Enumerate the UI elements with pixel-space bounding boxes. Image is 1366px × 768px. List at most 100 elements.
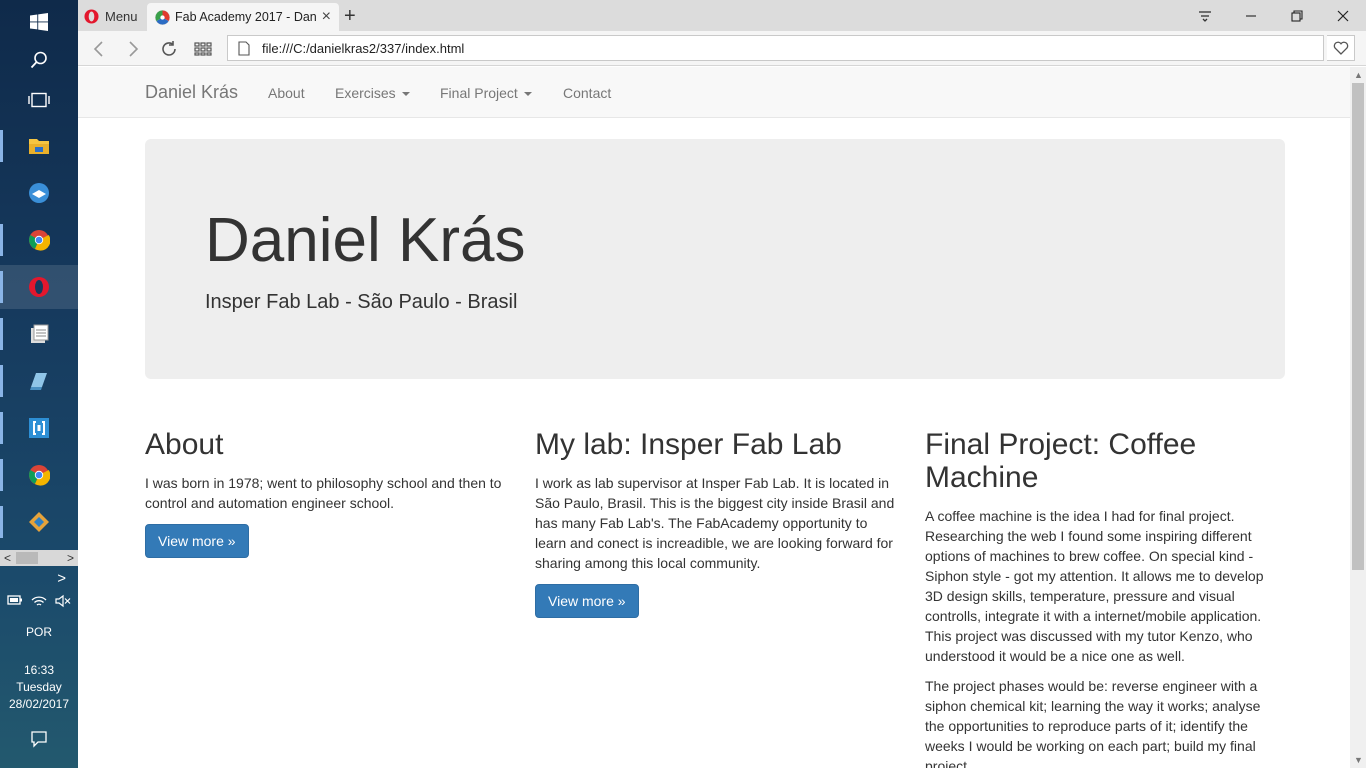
forward-arrow-icon: [129, 41, 139, 57]
taskbar-app-chrome[interactable]: [0, 218, 78, 262]
nav-dropdown-exercises[interactable]: Exercises: [335, 85, 410, 101]
task-view-button[interactable]: [0, 78, 78, 122]
column-my-lab: My lab: Insper Fab Lab I work as lab sup…: [535, 428, 895, 618]
clock-day[interactable]: Tuesday: [0, 680, 78, 694]
scroll-up-arrow-icon[interactable]: ▲: [1354, 70, 1363, 80]
reload-button[interactable]: [156, 36, 182, 62]
tab-close-button[interactable]: ×: [322, 8, 331, 26]
taskbar-app-opera[interactable]: [0, 265, 78, 309]
opera-icon: [29, 277, 49, 297]
navbar-brand[interactable]: Daniel Krás: [145, 82, 238, 103]
opera-menu-button[interactable]: Menu: [84, 4, 138, 28]
volume-muted-icon[interactable]: [55, 594, 71, 608]
browser-tab-strip: Menu Fab Academy 2017 - Daniel Krás × +: [78, 0, 1366, 31]
reload-icon: [162, 41, 176, 56]
windows-logo-icon: [30, 13, 48, 31]
url-input[interactable]: file:///C:/danielkras2/337/index.html: [227, 35, 1324, 61]
taskbar-app-file-explorer[interactable]: [0, 124, 78, 168]
column-paragraph: I work as lab supervisor at Insper Fab L…: [535, 475, 895, 571]
search-button[interactable]: [0, 38, 78, 82]
taskbar-app-chrome-2[interactable]: [0, 453, 78, 497]
thunderbird-icon: [29, 183, 49, 203]
close-window-button[interactable]: [1320, 0, 1366, 31]
clock-date[interactable]: 28/02/2017: [0, 697, 78, 711]
scroll-thumb[interactable]: [16, 552, 38, 564]
page-viewport: Daniel Krás About Exercises Final Projec…: [78, 67, 1350, 768]
jumbotron: Daniel Krás Insper Fab Lab - São Paulo -…: [145, 139, 1285, 379]
browser-address-bar: file:///C:/danielkras2/337/index.html: [78, 31, 1366, 66]
taskbar-scrollbar[interactable]: < >: [0, 550, 78, 566]
system-tray: [0, 594, 78, 608]
book-icon: [30, 373, 47, 390]
tab-fab-academy[interactable]: Fab Academy 2017 - Daniel Krás ×: [147, 3, 339, 31]
column-paragraph: The project phases would be: reverse eng…: [925, 678, 1261, 768]
battery-icon[interactable]: [7, 594, 23, 606]
minimize-icon: [1246, 14, 1256, 17]
page-scroll-thumb[interactable]: [1352, 83, 1364, 570]
task-view-icon: [28, 92, 50, 108]
caret-down-icon: [523, 92, 532, 97]
column-paragraph: A coffee machine is the idea I had for f…: [925, 508, 1264, 664]
taskbar-app-git[interactable]: [0, 500, 78, 544]
new-tab-button[interactable]: +: [344, 4, 356, 28]
chrome-icon: [29, 465, 50, 486]
site-navbar: Daniel Krás About Exercises Final Projec…: [78, 67, 1350, 118]
bookmark-heart-button[interactable]: [1327, 35, 1355, 61]
page-icon: [238, 40, 250, 56]
scroll-down-arrow-icon[interactable]: ▼: [1354, 755, 1363, 765]
restore-button[interactable]: [1274, 0, 1320, 31]
menu-label: Menu: [105, 8, 138, 24]
heart-icon: [1333, 41, 1348, 55]
page-scrollbar[interactable]: ▲ ▼: [1350, 67, 1366, 768]
column-final-project: Final Project: Coffee Machine A coffee m…: [925, 428, 1280, 768]
show-hidden-icons-arrow[interactable]: >: [0, 570, 78, 587]
brackets-icon: [29, 418, 49, 438]
git-diamond-icon: [29, 512, 49, 532]
wifi-icon[interactable]: [31, 594, 47, 608]
caret-down-icon: [401, 92, 410, 97]
tab-title: Fab Academy 2017 - Daniel Krás: [175, 10, 316, 24]
opera-logo-icon: [84, 8, 99, 24]
nav-dropdown-final-project-label: Final Project: [440, 85, 518, 101]
scroll-left-arrow[interactable]: <: [4, 550, 11, 566]
restore-icon: [1291, 9, 1303, 22]
speed-dial-button[interactable]: [190, 36, 216, 62]
column-heading: My lab: Insper Fab Lab: [535, 428, 842, 461]
taskbar-app-brackets[interactable]: [0, 406, 78, 450]
taskbar-app-editor[interactable]: [0, 359, 78, 403]
input-language[interactable]: POR: [0, 625, 78, 639]
forward-button[interactable]: [121, 36, 147, 62]
nav-link-contact[interactable]: Contact: [563, 85, 611, 101]
back-button[interactable]: [85, 36, 111, 62]
tab-menu-icon: [1199, 10, 1211, 22]
scroll-right-arrow[interactable]: >: [67, 550, 74, 566]
folder-icon: [29, 139, 49, 154]
nav-dropdown-exercises-label: Exercises: [335, 85, 396, 101]
jumbotron-title: Daniel Krás: [205, 206, 526, 275]
document-stack-icon: [31, 324, 49, 343]
minimize-button[interactable]: [1228, 0, 1274, 31]
column-paragraph: I was born in 1978; went to philosophy s…: [145, 475, 502, 511]
notification-icon: [31, 731, 47, 748]
back-arrow-icon: [93, 41, 103, 57]
fab-lab-favicon-icon: [155, 9, 170, 25]
column-heading: Final Project: Coffee Machine: [925, 428, 1197, 494]
chrome-icon: [29, 230, 50, 251]
view-more-button[interactable]: View more »: [145, 524, 249, 558]
search-icon: [30, 51, 47, 69]
grid-icon: [194, 42, 212, 56]
url-text: file:///C:/danielkras2/337/index.html: [262, 40, 465, 56]
tab-menu-button[interactable]: [1182, 0, 1228, 31]
column-heading: About: [145, 428, 224, 461]
taskbar-app-notes[interactable]: [0, 312, 78, 356]
jumbotron-subtitle: Insper Fab Lab - São Paulo - Brasil: [205, 291, 518, 313]
taskbar-app-thunderbird[interactable]: [0, 171, 78, 215]
clock-time[interactable]: 16:33: [0, 663, 78, 677]
close-icon: [1337, 10, 1349, 21]
nav-link-about[interactable]: About: [268, 85, 305, 101]
action-center-button[interactable]: [0, 730, 78, 751]
windows-taskbar: < > > POR 16:33 Tuesday 28/02/2017: [0, 0, 78, 768]
nav-dropdown-final-project[interactable]: Final Project: [440, 85, 532, 101]
view-more-button[interactable]: View more »: [535, 584, 639, 618]
column-about: About I was born in 1978; went to philos…: [145, 428, 505, 558]
